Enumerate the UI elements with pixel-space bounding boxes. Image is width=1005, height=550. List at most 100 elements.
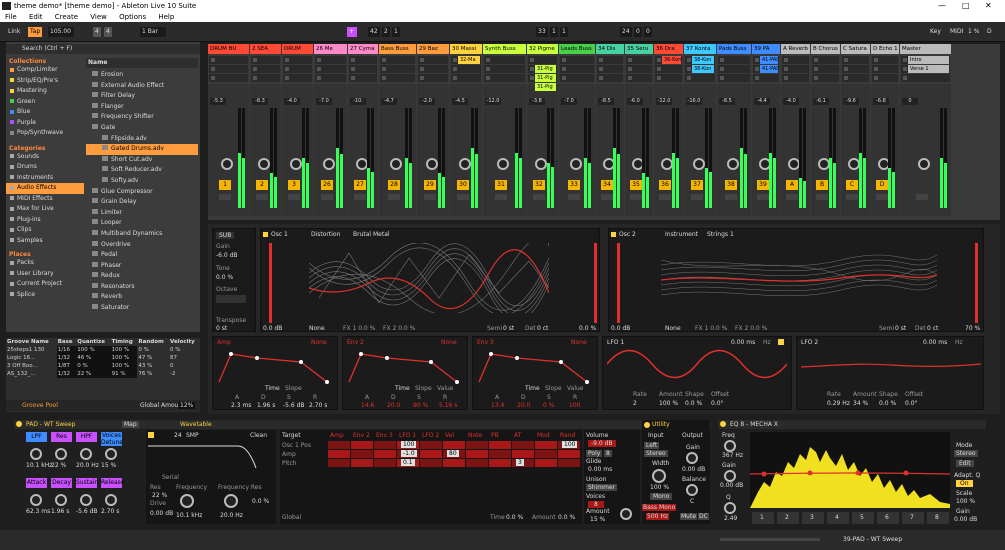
track-volume-value[interactable]: -7.0 — [316, 98, 332, 105]
clip-slot[interactable] — [685, 74, 715, 82]
track-header[interactable]: 36 Dra — [654, 44, 683, 54]
track-volume-value[interactable]: -4.5 — [452, 98, 468, 105]
track-volume-value[interactable]: 0 — [902, 98, 918, 105]
clip-stop-icon[interactable] — [720, 67, 724, 71]
envelope-destination[interactable]: None — [571, 339, 587, 346]
filter-drive-value[interactable]: 0.00 dB — [150, 510, 173, 517]
filter-freqres-value[interactable]: 20.0 Hz — [220, 512, 243, 519]
clip-stop-icon[interactable] — [382, 67, 386, 71]
track-header[interactable]: DRUM BU — [208, 44, 249, 54]
macro-value[interactable]: 2.70 s — [101, 508, 119, 515]
browser-item[interactable]: Gated Drums.adv — [86, 144, 198, 155]
env-param-value[interactable]: -5.6 dB — [283, 402, 305, 409]
clip-stop-icon[interactable] — [814, 58, 818, 62]
clip-stop-icon[interactable] — [253, 76, 257, 80]
macro-knob[interactable] — [80, 494, 92, 506]
groove-cell[interactable]: -2 — [169, 370, 200, 378]
matrix-cell-value[interactable]: 100 — [401, 441, 417, 448]
category-item[interactable]: Samples — [6, 236, 84, 247]
macro-value[interactable]: -5.6 dB — [76, 508, 98, 515]
track-header[interactable]: B Chorus — [811, 44, 840, 54]
utility-power-icon[interactable] — [644, 422, 650, 428]
clip-stop-icon[interactable] — [874, 58, 878, 62]
track-volume-value[interactable]: -16.0 — [686, 98, 702, 105]
sig-num[interactable]: 4 — [93, 27, 101, 37]
eq8-output-gain-value[interactable]: 0.00 dB — [954, 516, 977, 523]
solo-button[interactable] — [388, 194, 400, 200]
osc1-gain[interactable]: 0.0 dB — [263, 325, 282, 332]
clip[interactable]: 41-PAD — [760, 65, 778, 73]
collection-item[interactable]: Mastering — [6, 86, 84, 97]
track-header[interactable]: DRUM — [282, 44, 313, 54]
maximize-icon[interactable]: □ — [962, 0, 970, 12]
clip-stop-icon[interactable] — [562, 76, 566, 80]
eq8-adaptive-q-toggle[interactable]: On — [956, 480, 973, 487]
clip-stop-icon[interactable] — [720, 58, 724, 62]
eq8-band-toggle[interactable]: 7 — [902, 512, 924, 524]
utility-width-value[interactable]: 100 % — [650, 484, 669, 491]
groove-column-header[interactable]: Groove Name — [6, 338, 57, 346]
clip-slot[interactable] — [251, 74, 280, 82]
lfo1-hz-toggle[interactable]: Hz — [763, 339, 771, 346]
env-param-value[interactable]: 1.96 s — [257, 402, 275, 409]
clip-stop-icon[interactable] — [420, 58, 424, 62]
osc1-detune-value[interactable]: 0 ct — [537, 325, 548, 332]
track-volume-value[interactable]: -5.3 — [210, 98, 226, 105]
clip-stop-icon[interactable] — [317, 58, 321, 62]
browser-item[interactable]: Softy.adv — [86, 176, 198, 187]
eq8-freq-value[interactable]: 367 Hz — [722, 452, 743, 459]
clip-stop-icon[interactable] — [486, 76, 490, 80]
osc2-position-value[interactable]: 70 % — [965, 325, 980, 332]
clip[interactable]: Intro — [908, 56, 949, 64]
eq8-power-icon[interactable] — [720, 421, 726, 427]
eq8-band-toggle[interactable]: 1 — [752, 512, 774, 524]
clip-stop-icon[interactable] — [285, 76, 289, 80]
clip[interactable]: Verse 1 — [908, 65, 949, 73]
eq8-gain-knob[interactable] — [724, 470, 736, 482]
eq8-edit-button[interactable]: Edit — [956, 460, 974, 467]
groove-cell[interactable]: 76 % — [137, 370, 169, 378]
arrangement-pos-1[interactable]: 42 — [368, 27, 380, 37]
track-activator-button[interactable]: B — [816, 180, 828, 190]
clip-slot[interactable] — [626, 74, 652, 82]
lfo-param-value[interactable]: 0.0 % — [879, 400, 896, 407]
track-header[interactable]: 29 Baz — [417, 44, 449, 54]
track-header[interactable]: 2 SEA — [250, 44, 281, 54]
voice-mode[interactable]: Poly — [586, 450, 603, 457]
clip-slot[interactable] — [655, 74, 682, 82]
macro-button[interactable]: Voices Detune — [101, 432, 123, 446]
track-activator-button[interactable]: 2 — [256, 180, 268, 190]
track-pan-knob[interactable] — [570, 158, 582, 170]
eq8-scale-value[interactable]: 100 % — [956, 498, 975, 505]
utility-width-knob[interactable] — [652, 469, 666, 483]
utility-left-channel[interactable]: Left — [644, 442, 660, 449]
eq8-band-toggle[interactable]: 8 — [927, 512, 949, 524]
clip-stop-icon[interactable] — [453, 76, 457, 80]
clip-slot[interactable] — [251, 56, 280, 64]
sig-den[interactable]: 4 — [104, 27, 112, 37]
browser-item[interactable]: Filter Delay — [86, 91, 198, 102]
loop-start-3[interactable]: 1 — [560, 27, 568, 37]
utility-mono-button[interactable]: Mono — [650, 493, 673, 500]
matrix-cell[interactable] — [535, 450, 557, 458]
clip-stop-icon[interactable] — [351, 67, 355, 71]
groove-cell[interactable]: 100 % — [110, 354, 138, 362]
clip-stop-icon[interactable] — [285, 67, 289, 71]
clip-slot[interactable] — [484, 56, 525, 64]
track-header[interactable]: D Echo 1 — [871, 44, 899, 54]
category-item[interactable]: MIDI Effects — [6, 194, 84, 205]
clip-stop-icon[interactable] — [720, 76, 724, 80]
solo-button[interactable] — [288, 194, 300, 200]
minimize-icon[interactable]: — — [938, 0, 946, 12]
groove-cell[interactable]: 0 % — [169, 346, 200, 354]
clip-stop-icon[interactable] — [657, 76, 661, 80]
solo-button[interactable] — [568, 194, 580, 200]
groove-column-header[interactable]: Random — [137, 338, 169, 346]
macro-button[interactable]: Res — [51, 432, 72, 442]
clip-stop-icon[interactable] — [351, 58, 355, 62]
arrangement-pos-3[interactable]: 1 — [392, 27, 400, 37]
clip-slot[interactable] — [484, 65, 525, 73]
track-pan-knob[interactable] — [426, 158, 438, 170]
close-icon[interactable]: ✕ — [985, 0, 992, 12]
clip-stop-icon[interactable] — [903, 76, 907, 80]
